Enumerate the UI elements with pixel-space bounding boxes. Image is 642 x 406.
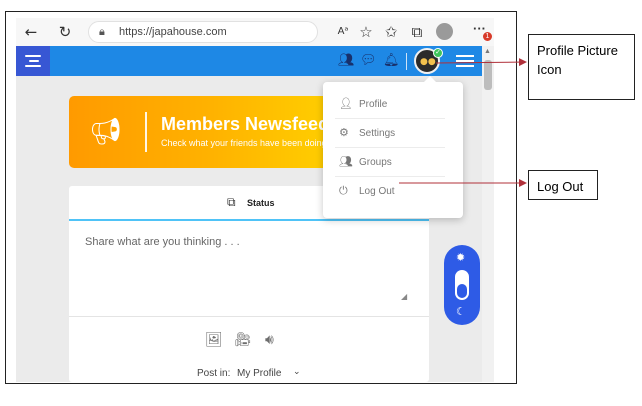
callout-profile-picture: Profile Picture Icon <box>528 34 635 100</box>
video-upload-icon[interactable]: 🎥︎ <box>234 332 252 348</box>
hamburger-line <box>456 60 474 62</box>
friends-icon[interactable]: 👥︎ <box>338 53 355 69</box>
banner-subtitle: Check what your friends have been doing <box>161 138 327 148</box>
site-header: 👥︎ 💬︎ 🔔︎ ●● ✓ <box>16 46 482 76</box>
hamburger-line <box>456 55 474 57</box>
notification-badge: 1 <box>483 32 492 41</box>
profile-dropdown-menu: 👤︎ Profile ⚙︎ Settings 👥︎ Groups ⏻︎ Log … <box>323 76 463 218</box>
chat-icon[interactable]: 💬︎ <box>360 53 377 69</box>
menu-item-label: Settings <box>359 128 396 139</box>
audio-upload-icon[interactable]: 🔊︎ <box>265 332 274 348</box>
gear-icon: ⚙︎ <box>339 126 349 139</box>
chevron-down-icon[interactable]: ⌄ <box>293 367 301 377</box>
address-bar[interactable]: 🔒︎ https://japahouse.com <box>88 21 318 43</box>
card-divider <box>69 316 429 317</box>
browser-toolbar: ← ↻ 🔒︎ https://japahouse.com Aᵃ ☆ ✩ ⧉ ··… <box>16 18 494 46</box>
scroll-up-icon[interactable]: ▲ <box>484 48 491 55</box>
menu-item-profile[interactable]: 👤︎ Profile <box>335 90 445 119</box>
favorite-star-icon[interactable]: ☆ <box>357 23 375 41</box>
account-avatar-icon[interactable] <box>436 23 453 40</box>
profile-face-icon: ●● <box>420 57 436 67</box>
menu-line <box>25 65 41 67</box>
moon-icon: ☾ <box>456 305 466 318</box>
menu-item-label: Log Out <box>359 186 395 197</box>
page-scrollbar[interactable]: ▲ <box>482 46 494 382</box>
menu-item-log-out[interactable]: ⏻︎ Log Out <box>335 177 445 206</box>
read-aloud-icon[interactable]: Aᵃ <box>334 23 352 41</box>
menu-item-label: Groups <box>359 157 392 168</box>
lock-icon: 🔒︎ <box>99 25 105 38</box>
resize-handle-icon[interactable]: ◢ <box>401 292 407 301</box>
screenshot-frame: ← ↻ 🔒︎ https://japahouse.com Aᵃ ☆ ✩ ⧉ ··… <box>5 11 517 384</box>
newsfeed-banner: 📢︎ Members Newsfeed Check what your frie… <box>69 96 337 168</box>
status-tab-label: Status <box>247 198 275 208</box>
sun-icon: ✹ <box>456 251 466 264</box>
user-icon: 👤︎ <box>339 97 353 110</box>
banner-title: Members Newsfeed <box>161 114 330 134</box>
menu-line <box>25 55 41 57</box>
status-document-icon: ⧉ <box>227 195 236 209</box>
hamburger-menu-button[interactable] <box>456 55 474 68</box>
menu-item-settings[interactable]: ⚙︎ Settings <box>335 119 445 148</box>
callout-log-out: Log Out <box>528 170 598 200</box>
theme-toggle[interactable]: ✹ ☾ <box>444 245 480 325</box>
post-in-select[interactable]: My Profile <box>237 368 281 379</box>
menu-line <box>29 60 39 62</box>
image-upload-icon[interactable]: 🖼︎ <box>205 332 223 348</box>
collections-icon[interactable]: ⧉ <box>408 23 426 41</box>
notifications-bell-icon[interactable]: 🔔︎ <box>383 53 400 69</box>
back-arrow-icon[interactable]: ← <box>22 23 40 41</box>
sidebar-menu-button[interactable] <box>16 46 50 76</box>
post-in-label: Post in: <box>197 368 231 379</box>
menu-item-groups[interactable]: 👥︎ Groups <box>335 148 445 177</box>
dropdown-caret <box>424 76 436 82</box>
header-separator <box>406 53 407 70</box>
group-icon: 👥︎ <box>339 155 353 168</box>
refresh-icon[interactable]: ↻ <box>56 23 74 41</box>
megaphone-icon: 📢︎ <box>89 117 123 147</box>
theme-switch[interactable] <box>455 270 469 300</box>
address-url: https://japahouse.com <box>119 26 227 38</box>
power-icon: ⏻︎ <box>339 184 348 197</box>
favorites-icon[interactable]: ✩ <box>382 23 400 41</box>
theme-switch-knob <box>457 284 467 298</box>
scroll-thumb[interactable] <box>484 60 492 90</box>
online-status-icon: ✓ <box>433 48 443 58</box>
hamburger-line <box>456 65 474 67</box>
banner-separator <box>145 112 147 152</box>
post-textarea[interactable] <box>81 230 411 302</box>
menu-item-label: Profile <box>359 99 388 110</box>
